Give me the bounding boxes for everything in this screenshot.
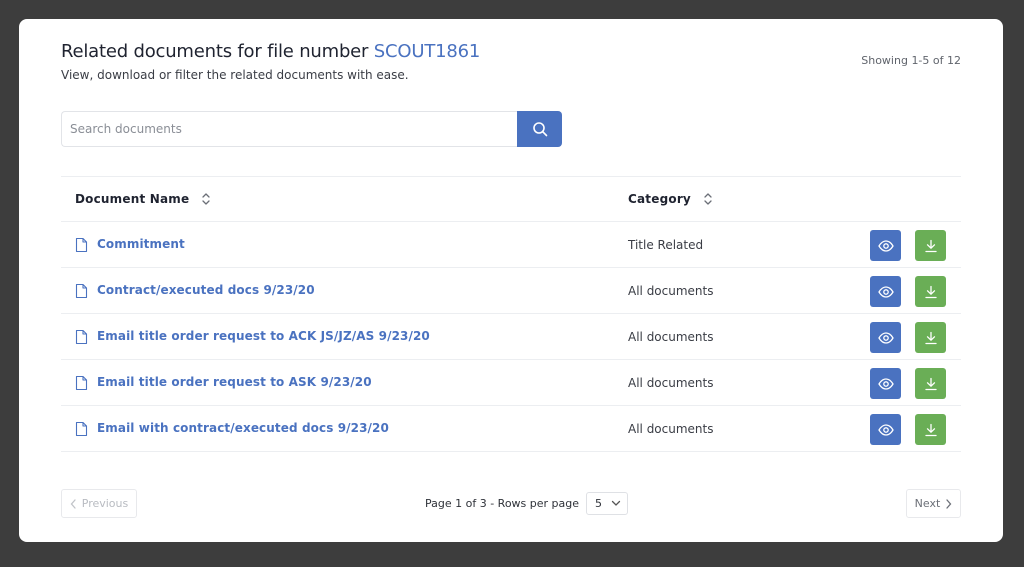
table-row: Email title order request to ASK 9/23/20… <box>61 360 961 406</box>
eye-icon <box>877 377 894 390</box>
document-icon <box>75 283 88 299</box>
table-row: Commitment Title Related <box>61 222 961 268</box>
chevron-right-icon <box>946 498 952 509</box>
rows-per-page-value: 5 <box>595 496 603 510</box>
document-icon <box>75 329 88 345</box>
chevron-down-icon <box>611 500 621 506</box>
page-subtitle: View, download or filter the related doc… <box>61 68 409 82</box>
document-name-link[interactable]: Contract/executed docs 9/23/20 <box>97 283 315 297</box>
page-title: Related documents for file number SCOUT1… <box>61 41 480 62</box>
search-input[interactable] <box>61 111 517 147</box>
eye-icon <box>877 331 894 344</box>
search-bar <box>61 111 562 147</box>
download-button[interactable] <box>915 230 946 261</box>
download-icon <box>924 423 937 436</box>
document-category: All documents <box>628 376 714 390</box>
sort-category[interactable]: Category <box>628 192 713 206</box>
document-category: All documents <box>628 330 714 344</box>
sort-icon <box>202 193 211 205</box>
next-page-button[interactable]: Next <box>906 489 961 518</box>
document-icon <box>75 375 88 391</box>
download-button[interactable] <box>915 322 946 353</box>
document-category: All documents <box>628 284 714 298</box>
related-documents-card: Related documents for file number SCOUT1… <box>19 19 1003 542</box>
download-icon <box>924 377 937 390</box>
table-row: Contract/executed docs 9/23/20 All docum… <box>61 268 961 314</box>
results-count: Showing 1-5 of 12 <box>861 54 961 67</box>
search-icon <box>532 122 547 137</box>
view-button[interactable] <box>870 230 901 261</box>
title-prefix: Related documents for file number <box>61 41 374 62</box>
sort-document-name[interactable]: Document Name <box>75 192 211 206</box>
document-name-link[interactable]: Email title order request to ACK JS/JZ/A… <box>97 329 430 343</box>
table-row: Email title order request to ACK JS/JZ/A… <box>61 314 961 360</box>
table-row: Email with contract/executed docs 9/23/2… <box>61 406 961 452</box>
view-button[interactable] <box>870 368 901 399</box>
document-name-link[interactable]: Email with contract/executed docs 9/23/2… <box>97 421 389 435</box>
document-name-link[interactable]: Email title order request to ASK 9/23/20 <box>97 375 372 389</box>
documents-table: Document Name Category Commitment Title … <box>61 176 961 452</box>
document-name-link[interactable]: Commitment <box>97 237 185 251</box>
download-button[interactable] <box>915 368 946 399</box>
pagination-info: Page 1 of 3 - Rows per page 5 <box>425 491 629 515</box>
previous-page-button[interactable]: Previous <box>61 489 137 518</box>
search-button[interactable] <box>517 111 562 147</box>
next-label: Next <box>914 497 941 510</box>
table-header: Document Name Category <box>61 176 961 222</box>
eye-icon <box>877 285 894 298</box>
download-icon <box>924 331 937 344</box>
document-icon <box>75 237 88 253</box>
document-category: All documents <box>628 422 714 436</box>
view-button[interactable] <box>870 414 901 445</box>
page-info-text: Page 1 of 3 - Rows per page <box>425 496 580 510</box>
download-icon <box>924 239 937 252</box>
header: Related documents for file number SCOUT1… <box>61 41 480 82</box>
eye-icon <box>877 239 894 252</box>
view-button[interactable] <box>870 322 901 353</box>
column-header-category: Category <box>628 192 691 206</box>
file-number: SCOUT1861 <box>373 41 481 62</box>
document-category: Title Related <box>628 238 704 252</box>
view-button[interactable] <box>870 276 901 307</box>
chevron-left-icon <box>70 498 76 509</box>
previous-label: Previous <box>81 497 129 510</box>
eye-icon <box>877 423 894 436</box>
column-header-document-name: Document Name <box>75 192 190 206</box>
download-button[interactable] <box>915 414 946 445</box>
download-button[interactable] <box>915 276 946 307</box>
download-icon <box>924 285 937 298</box>
rows-per-page-select[interactable]: 5 <box>586 491 629 515</box>
document-icon <box>75 421 88 437</box>
sort-icon <box>704 193 712 205</box>
